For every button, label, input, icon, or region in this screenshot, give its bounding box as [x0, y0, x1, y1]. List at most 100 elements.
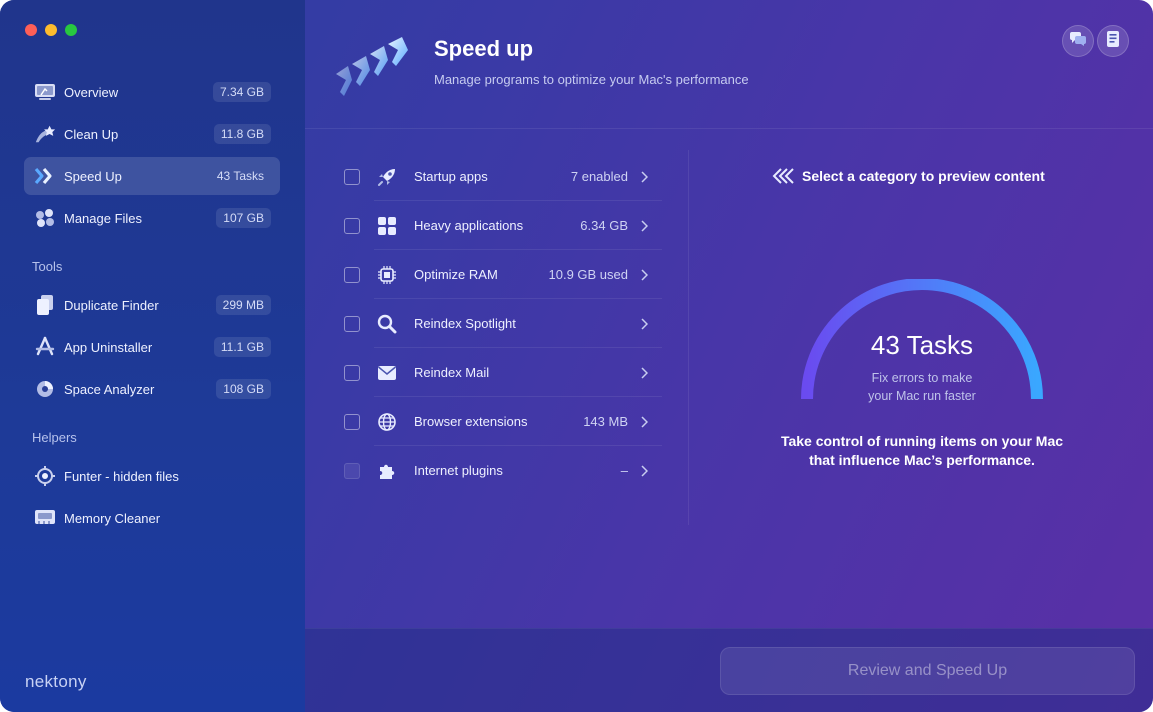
- globe-icon: [376, 411, 398, 433]
- tasks-badge: 43 Tasks: [216, 169, 264, 183]
- chevron-right-icon: [640, 464, 648, 477]
- task-row-startup-apps[interactable]: Startup apps 7 enabled: [332, 152, 662, 201]
- rocket-icon: [376, 166, 398, 188]
- chevron-right-icon: [640, 219, 648, 232]
- sidebar-item-label: Duplicate Finder: [64, 297, 159, 313]
- chevron-right-icon: [640, 366, 648, 379]
- memory-cleaner-icon: [34, 507, 56, 529]
- magnifier-icon: [376, 313, 398, 335]
- funter-icon: [34, 465, 56, 487]
- task-label: Optimize RAM: [414, 267, 498, 282]
- task-checkbox[interactable]: [344, 168, 360, 185]
- nektony-logo: nektony: [25, 672, 87, 691]
- task-row-optimize-ram[interactable]: Optimize RAM 10.9 GB used: [332, 250, 662, 299]
- task-value: –: [620, 463, 628, 478]
- task-list: Startup apps 7 enabled Heavy application…: [332, 152, 662, 495]
- speed-up-hero-icon: [332, 36, 416, 103]
- description-line: that influence Mac’s performance.: [809, 452, 1035, 468]
- sidebar-item-funter[interactable]: Funter - hidden files: [24, 457, 280, 495]
- task-checkbox: [344, 462, 360, 479]
- size-badge: 299 MB: [215, 295, 271, 315]
- task-label: Heavy applications: [414, 218, 524, 233]
- clean-up-icon: [34, 123, 56, 145]
- chevron-right-icon: [640, 170, 648, 183]
- panel-divider: [688, 150, 689, 525]
- size-badge: 11.8 GB: [213, 124, 271, 144]
- zoom-window-button[interactable]: [65, 24, 77, 36]
- task-checkbox[interactable]: [344, 364, 360, 381]
- speed-up-icon: [34, 165, 56, 187]
- task-row-browser-extensions[interactable]: Browser extensions 143 MB: [332, 397, 662, 446]
- chevron-right-icon: [640, 268, 648, 281]
- sidebar-item-manage-files[interactable]: Manage Files 107 GB: [24, 199, 280, 237]
- sidebar-item-label: Manage Files: [64, 210, 143, 226]
- sidebar-item-space-analyzer[interactable]: Space Analyzer 108 GB: [24, 370, 280, 408]
- task-value: 143 MB: [583, 414, 628, 429]
- sidebar-item-label: Overview: [64, 84, 119, 100]
- size-badge: 7.34 GB: [212, 82, 271, 102]
- sidebar-item-label: Space Analyzer: [64, 381, 155, 397]
- minimize-window-button[interactable]: [45, 24, 57, 36]
- app-window: Overview 7.34 GB Clean Up 11.8 GB Speed …: [0, 0, 1153, 712]
- overview-icon: [34, 81, 56, 103]
- close-window-button[interactable]: [25, 24, 37, 36]
- app-uninstaller-icon: [34, 336, 56, 358]
- task-checkbox[interactable]: [344, 413, 360, 430]
- window-controls: [25, 24, 77, 36]
- size-badge: 108 GB: [216, 379, 271, 399]
- sidebar-item-memory-cleaner[interactable]: Memory Cleaner: [24, 499, 280, 537]
- news-button[interactable]: [1097, 25, 1129, 57]
- double-chevron-left-icon: [772, 168, 794, 184]
- sidebar: Overview 7.34 GB Clean Up 11.8 GB Speed …: [0, 0, 305, 712]
- document-icon: [1105, 30, 1121, 53]
- task-value: 10.9 GB used: [548, 267, 629, 282]
- apps-grid-icon: [376, 215, 398, 237]
- preview-hint-text: Select a category to preview content: [802, 168, 1045, 184]
- task-row-reindex-mail[interactable]: Reindex Mail: [332, 348, 662, 397]
- space-analyzer-icon: [34, 378, 56, 400]
- chevron-right-icon: [640, 415, 648, 428]
- sidebar-item-app-uninstaller[interactable]: App Uninstaller 11.1 GB: [24, 328, 280, 366]
- section-title-tools: Tools: [32, 259, 63, 274]
- task-label: Reindex Mail: [414, 365, 490, 380]
- sidebar-item-overview[interactable]: Overview 7.34 GB: [24, 73, 280, 111]
- page-subtitle: Manage programs to optimize your Mac's p…: [434, 72, 749, 87]
- task-value: 7 enabled: [570, 169, 628, 184]
- gauge-description: Take control of running items on your Ma…: [760, 432, 1084, 470]
- task-value: 6.34 GB: [580, 218, 628, 233]
- description-line: Take control of running items on your Ma…: [780, 433, 1064, 449]
- mail-icon: [376, 362, 398, 384]
- task-row-internet-plugins[interactable]: Internet plugins –: [332, 446, 662, 495]
- feedback-button[interactable]: [1062, 25, 1094, 57]
- gauge-subtitle-line: Fix errors to make: [871, 371, 973, 385]
- chip-icon: [376, 264, 398, 286]
- task-checkbox[interactable]: [344, 315, 360, 332]
- task-checkbox[interactable]: [344, 217, 360, 234]
- chevron-right-icon: [640, 317, 648, 330]
- sidebar-item-duplicate-finder[interactable]: Duplicate Finder 299 MB: [24, 286, 280, 324]
- sidebar-nav: Overview 7.34 GB Clean Up 11.8 GB Speed …: [24, 73, 280, 541]
- gauge-subtitle: Fix errors to make your Mac run faster: [800, 369, 1044, 405]
- sidebar-item-speed-up[interactable]: Speed Up 43 Tasks: [24, 157, 280, 195]
- task-checkbox[interactable]: [344, 266, 360, 283]
- gauge-subtitle-line: your Mac run faster: [868, 389, 976, 403]
- section-title-helpers: Helpers: [32, 430, 77, 445]
- sidebar-item-label: Funter - hidden files: [64, 468, 179, 484]
- header-divider: [305, 128, 1153, 129]
- sidebar-item-label: Speed Up: [64, 168, 122, 184]
- task-row-heavy-applications[interactable]: Heavy applications 6.34 GB: [332, 201, 662, 250]
- task-row-reindex-spotlight[interactable]: Reindex Spotlight: [332, 299, 662, 348]
- page-title: Speed up: [434, 36, 534, 61]
- manage-files-icon: [34, 207, 56, 229]
- task-label: Reindex Spotlight: [414, 316, 516, 331]
- puzzle-icon: [376, 460, 398, 482]
- duplicate-finder-icon: [34, 294, 56, 316]
- preview-hint: Select a category to preview content: [772, 168, 1045, 184]
- size-badge: 107 GB: [216, 208, 271, 228]
- task-label: Browser extensions: [414, 414, 528, 429]
- review-and-speed-up-button[interactable]: Review and Speed Up: [720, 647, 1135, 695]
- gauge-title: 43 Tasks: [870, 330, 974, 360]
- task-label: Startup apps: [414, 169, 488, 184]
- sidebar-item-label: Clean Up: [64, 126, 119, 142]
- sidebar-item-clean-up[interactable]: Clean Up 11.8 GB: [24, 115, 280, 153]
